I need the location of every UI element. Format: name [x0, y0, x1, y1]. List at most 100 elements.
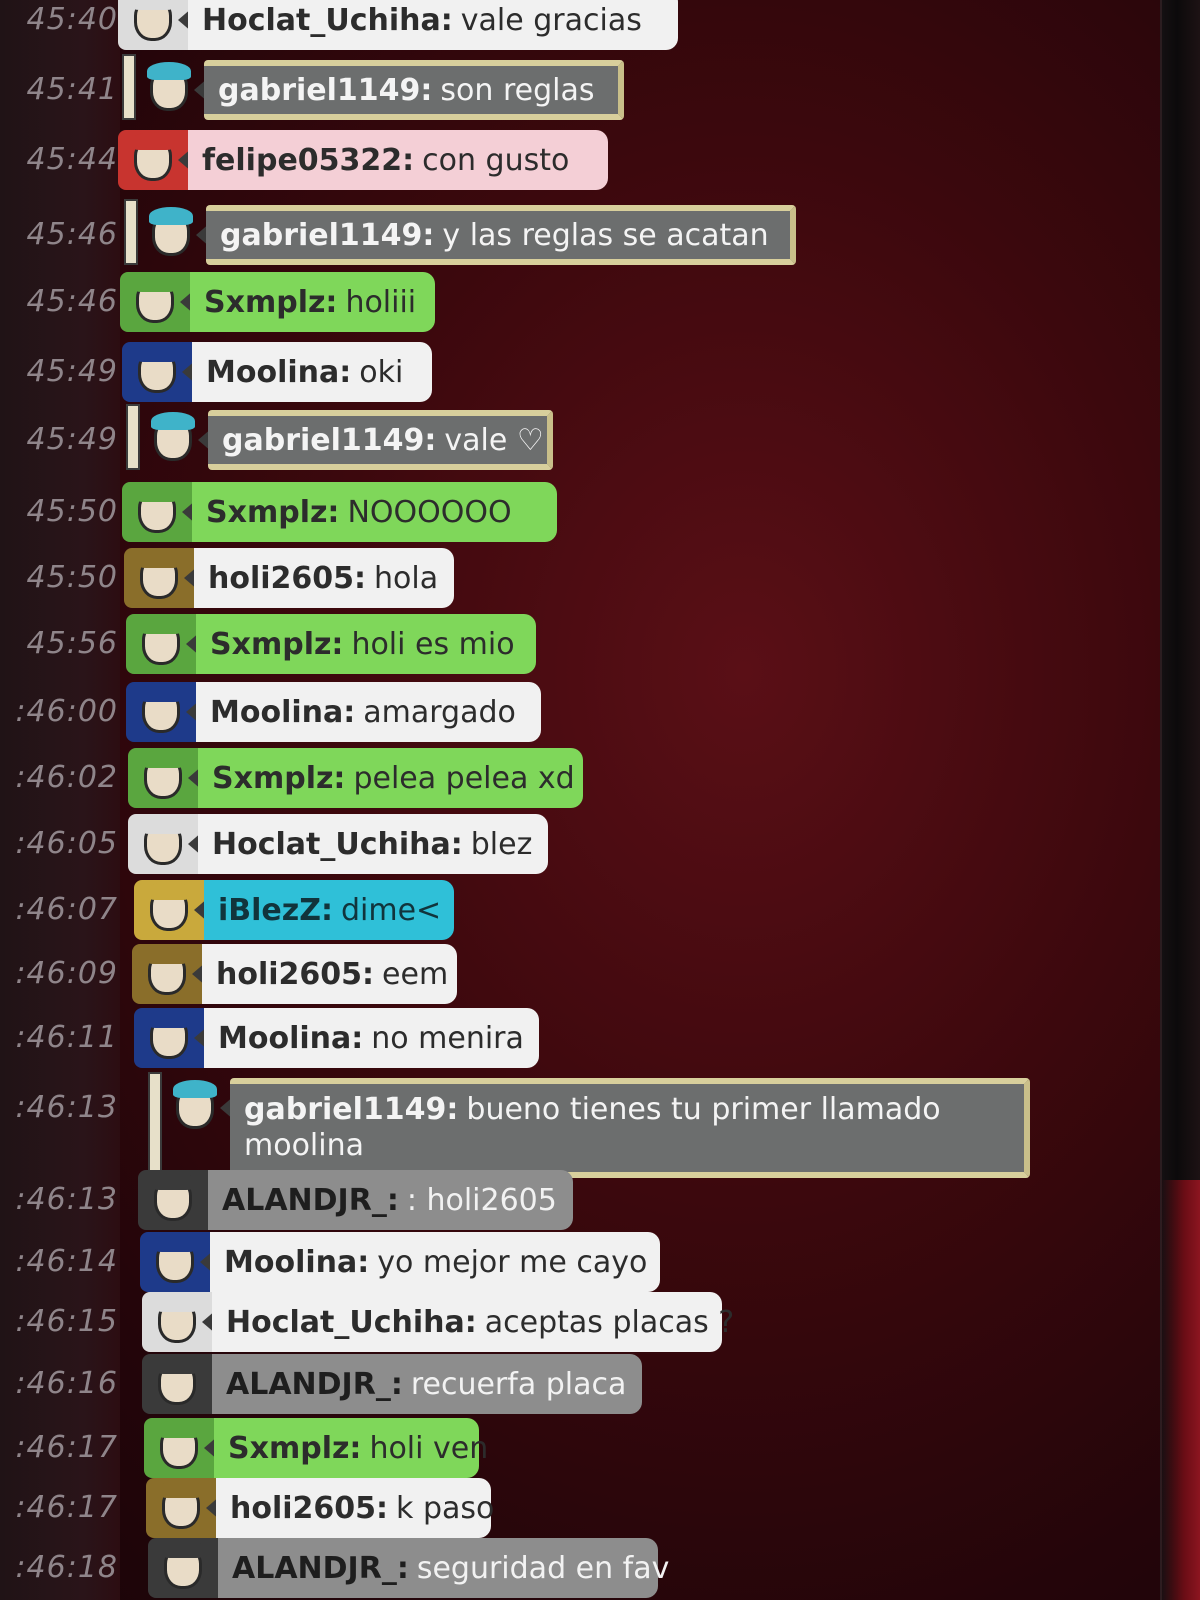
chat-bubble[interactable]: iBlezZ: dime<: [204, 880, 454, 940]
skeleton-frame-icon: [148, 1072, 162, 1178]
chat-username[interactable]: holi2605:: [230, 1491, 388, 1526]
chat-username[interactable]: gabriel1149:: [222, 423, 436, 458]
chat-username[interactable]: Hoclat_Uchiha:: [226, 1305, 477, 1340]
chat-username[interactable]: Sxmplz:: [228, 1431, 361, 1466]
avatar-hair-icon: [135, 484, 179, 502]
chat-message-text: vale gracias: [460, 2, 642, 38]
avatar-hair-icon: [141, 816, 185, 834]
chat-username[interactable]: ALANDJR_:: [226, 1367, 403, 1402]
chat-message-text: eem: [382, 956, 449, 992]
avatar-face-icon: [135, 484, 179, 533]
chat-bubble[interactable]: Sxmplz: NOOOOOO: [192, 482, 557, 542]
chat-username[interactable]: holi2605:: [216, 957, 374, 992]
avatar-face-icon: [131, 0, 175, 41]
chat-message-text: dime<: [341, 892, 442, 928]
avatar-face-icon: [149, 207, 193, 256]
chat-username[interactable]: Moolina:: [206, 355, 351, 390]
message-timestamp: :46:09: [15, 956, 118, 991]
avatar-hair-icon: [155, 1356, 199, 1374]
chat-username[interactable]: Hoclat_Uchiha:: [202, 3, 453, 38]
message-timestamp: :46:02: [15, 760, 118, 795]
avatar-hair-icon: [153, 1234, 197, 1252]
avatar-face-icon: [147, 62, 191, 111]
avatar-hair-icon: [147, 1010, 191, 1028]
avatar-face-icon: [155, 1294, 199, 1343]
chat-message-text: seguridad en fav: [416, 1550, 670, 1586]
chat-bubble[interactable]: Moolina: oki: [192, 342, 432, 402]
chat-bubble[interactable]: ALANDJR_: seguridad en fav: [218, 1538, 669, 1598]
avatar-face-icon: [139, 616, 183, 665]
chat-message-text: oki: [359, 354, 404, 390]
avatar-hair-icon: [157, 1420, 201, 1438]
avatar-hair-icon: [141, 750, 185, 768]
chat-bubble[interactable]: Moolina: no menira: [204, 1008, 539, 1068]
chat-username[interactable]: Hoclat_Uchiha:: [212, 827, 463, 862]
chat-bubble[interactable]: Moolina: yo mejor me cayo: [210, 1232, 660, 1292]
chat-username[interactable]: Sxmplz:: [206, 495, 339, 530]
chat-username[interactable]: gabriel1149:: [244, 1092, 458, 1128]
chat-message-text: hola: [374, 560, 439, 596]
chat-bubble[interactable]: gabriel1149: y las reglas se acatan: [206, 205, 796, 265]
chat-message-text: aceptas placas ?: [484, 1304, 735, 1340]
chat-username[interactable]: holi2605:: [208, 561, 366, 596]
chat-username[interactable]: ALANDJR_:: [222, 1183, 399, 1218]
chat-message-text: son reglas: [440, 72, 595, 108]
avatar-hair-icon: [133, 274, 177, 292]
skeleton-frame-icon: [122, 54, 136, 120]
chat-bubble[interactable]: gabriel1149: bueno tienes tu primer llama…: [230, 1078, 1030, 1178]
message-timestamp: :46:17: [15, 1430, 118, 1465]
chat-bubble[interactable]: holi2605: hola: [194, 548, 454, 608]
chat-bubble[interactable]: gabriel1149: son reglas: [204, 60, 624, 120]
chat-username[interactable]: ALANDJR_:: [232, 1551, 409, 1586]
chat-username[interactable]: Moolina:: [218, 1021, 363, 1056]
avatar-face-icon: [147, 882, 191, 931]
avatar-face-icon: [159, 1480, 203, 1529]
message-timestamp: :46:05: [15, 826, 118, 861]
chat-bubble[interactable]: Sxmplz: holi ven: [214, 1418, 488, 1478]
message-timestamp: :46:16: [15, 1366, 118, 1401]
chat-message-text: NOOOOOO: [347, 494, 512, 530]
avatar-face-icon: [173, 1080, 217, 1129]
avatar-face-icon: [151, 1172, 195, 1221]
avatar-face-icon: [155, 1356, 199, 1405]
avatar-face-icon: [141, 750, 185, 799]
chat-message-text: k paso: [396, 1490, 495, 1526]
chat-username[interactable]: Sxmplz:: [210, 627, 343, 662]
avatar-face-icon: [135, 344, 179, 393]
skeleton-frame-icon: [126, 404, 140, 470]
chat-message-text: bueno tienes tu primer llamado: [466, 1092, 941, 1127]
message-timestamp: 45:41: [26, 72, 118, 107]
message-timestamp: :46:07: [15, 892, 118, 927]
chat-username[interactable]: felipe05322:: [202, 143, 414, 178]
avatar-hair-icon: [145, 946, 189, 964]
chat-bubble[interactable]: Hoclat_Uchiha: aceptas placas ?: [212, 1292, 734, 1352]
chat-bubble[interactable]: Moolina: amargado: [196, 682, 541, 742]
chat-bubble[interactable]: holi2605: eem: [202, 944, 457, 1004]
chat-username[interactable]: iBlezZ:: [218, 893, 333, 928]
chat-bubble[interactable]: ALANDJR_: recuerfa placa: [212, 1354, 642, 1414]
chat-bubble[interactable]: Sxmplz: holi es mio: [196, 614, 536, 674]
chat-message-text: holi es mio: [351, 626, 515, 662]
chat-message-text: blez: [470, 826, 533, 862]
chat-bubble[interactable]: gabriel1149: vale ♡: [208, 410, 553, 470]
chat-username[interactable]: Moolina:: [210, 695, 355, 730]
chat-username[interactable]: gabriel1149:: [220, 218, 434, 253]
chat-bubble[interactable]: holi2605: k paso: [216, 1478, 495, 1538]
chat-username[interactable]: Sxmplz:: [212, 761, 345, 796]
chat-bubble[interactable]: Sxmplz: pelea pelea xd: [198, 748, 583, 808]
message-timestamp: 45:46: [26, 284, 118, 319]
chat-bubble[interactable]: Hoclat_Uchiha: vale gracias: [188, 0, 678, 50]
chat-message-text-continued: moolina: [244, 1128, 364, 1163]
avatar-hair-icon: [151, 1172, 195, 1190]
chat-message-text: yo mejor me cayo: [377, 1244, 648, 1280]
chat-bubble[interactable]: felipe05322: con gusto: [188, 130, 608, 190]
chat-username[interactable]: gabriel1149:: [218, 73, 432, 108]
chat-bubble[interactable]: ALANDJR_:: holi2605: [208, 1170, 573, 1230]
avatar-face-icon: [151, 412, 195, 461]
chat-message-text: recuerfa placa: [410, 1366, 627, 1402]
message-timestamp: :46:11: [15, 1020, 118, 1055]
chat-bubble[interactable]: Hoclat_Uchiha: blez: [198, 814, 548, 874]
chat-username[interactable]: Sxmplz:: [204, 285, 337, 320]
chat-username[interactable]: Moolina:: [224, 1245, 369, 1280]
chat-bubble[interactable]: Sxmplz: holiii: [190, 272, 435, 332]
